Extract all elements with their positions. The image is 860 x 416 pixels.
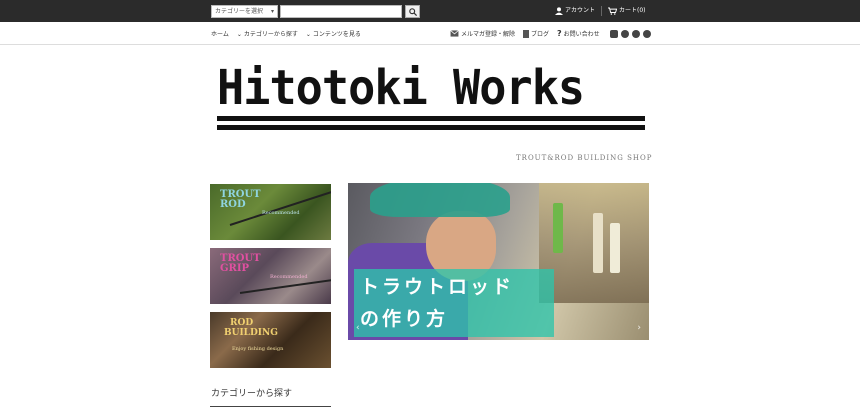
chevron-right-icon[interactable]: › xyxy=(637,323,641,333)
hero-bottle-image xyxy=(593,213,603,273)
banner-title: ROD BUILDING xyxy=(224,318,278,338)
social-links xyxy=(609,29,651,38)
account-link[interactable]: アカウント xyxy=(555,6,595,16)
category-select[interactable]: カテゴリーを選択 ▾ xyxy=(211,5,278,18)
nav-left: ホーム ⌄ カテゴリーから探す ⌄ コンテンツを見る xyxy=(211,29,361,38)
banner-subtitle: Recommended xyxy=(270,274,308,280)
main-nav: ホーム ⌄ カテゴリーから探す ⌄ コンテンツを見る メルマガ登録・解除 ブログ ?… xyxy=(0,22,860,45)
nav-blog-label: ブログ xyxy=(531,31,550,38)
logo-text: Hitotoki Works xyxy=(217,60,585,116)
chevron-left-icon[interactable]: ‹ xyxy=(356,323,360,333)
chevron-down-icon: ⌄ xyxy=(305,31,311,38)
user-icon xyxy=(555,7,563,15)
banner-title: TROUT ROD xyxy=(220,190,261,210)
document-icon xyxy=(523,29,530,38)
cart-label: カート(0) xyxy=(619,7,646,14)
logo-stripe xyxy=(217,125,645,130)
hero-caption-line: の作り方 xyxy=(360,308,449,330)
banner-trout-rod[interactable]: TROUT ROD Recommended xyxy=(210,184,331,240)
hero-bottle-image xyxy=(553,203,563,253)
nav-categories[interactable]: ⌄ カテゴリーから探す xyxy=(237,29,298,38)
sidebar-heading-divider xyxy=(210,406,331,407)
banner-trout-grip[interactable]: TROUT GRIP Recommended xyxy=(210,248,331,304)
site-logo[interactable]: Hitotoki Works xyxy=(217,62,645,134)
banner-title-line: ROD xyxy=(230,318,254,328)
cart-link[interactable]: カート(0) xyxy=(608,6,646,16)
cart-icon xyxy=(608,7,617,15)
account-label: アカウント xyxy=(565,7,596,14)
top-bar: カテゴリーを選択 ▾ アカウント カート(0) xyxy=(0,0,860,22)
nav-contact-label: お問い合わせ xyxy=(563,31,600,38)
banner-title-line: BUILDING xyxy=(224,328,278,338)
banner-subtitle: Enjoy fishing design xyxy=(232,346,284,352)
nav-home[interactable]: ホーム xyxy=(211,29,229,38)
chevron-down-icon: ⌄ xyxy=(236,31,242,38)
mail-icon xyxy=(450,30,459,37)
nav-contents[interactable]: ⌄ コンテンツを見る xyxy=(306,29,361,38)
question-icon: ? xyxy=(557,29,562,38)
hero-caption: トラウトロッド の作り方 xyxy=(360,271,514,335)
category-select-value: カテゴリーを選択 xyxy=(215,8,264,15)
logo-stripe xyxy=(217,116,645,121)
pinterest-icon[interactable] xyxy=(631,29,640,38)
nav-contents-label: コンテンツを見る xyxy=(312,31,361,38)
search-button[interactable] xyxy=(405,5,420,18)
banner-rod-building[interactable]: ROD BUILDING Enjoy fishing design xyxy=(210,312,331,368)
banner-title-line: ROD xyxy=(220,199,246,210)
hero-caption-line: トラウトロッド xyxy=(360,276,515,298)
nav-newsletter-label: メルマガ登録・解除 xyxy=(461,31,516,38)
site-tagline: TROUT&ROD BUILDING SHOP xyxy=(516,154,653,162)
hero-bottle-image xyxy=(610,223,620,273)
pinterest-icon[interactable] xyxy=(642,29,651,38)
nav-categories-label: カテゴリーから探す xyxy=(243,31,298,38)
banner-title-line: GRIP xyxy=(220,263,250,274)
banner-subtitle: Recommended xyxy=(262,210,300,216)
sidebar-category-heading: カテゴリーから探す xyxy=(211,389,293,399)
nav-blog[interactable]: ブログ xyxy=(523,29,549,38)
hero-slider[interactable]: トラウトロッド の作り方 ‹ › xyxy=(348,183,649,340)
hero-person-image xyxy=(370,183,510,217)
search-icon xyxy=(409,8,417,16)
nav-newsletter[interactable]: メルマガ登録・解除 xyxy=(450,29,515,38)
facebook-icon[interactable] xyxy=(620,29,629,38)
topbar-divider xyxy=(601,6,602,16)
chevron-down-icon: ▾ xyxy=(270,8,274,15)
nav-right: メルマガ登録・解除 ブログ ? お問い合わせ xyxy=(450,29,651,38)
banner-title: TROUT GRIP xyxy=(220,254,261,274)
rod-graphic xyxy=(239,278,331,294)
nav-contact[interactable]: ? お問い合わせ xyxy=(557,29,600,38)
search-input[interactable] xyxy=(280,5,402,18)
instagram-icon[interactable] xyxy=(609,29,618,38)
